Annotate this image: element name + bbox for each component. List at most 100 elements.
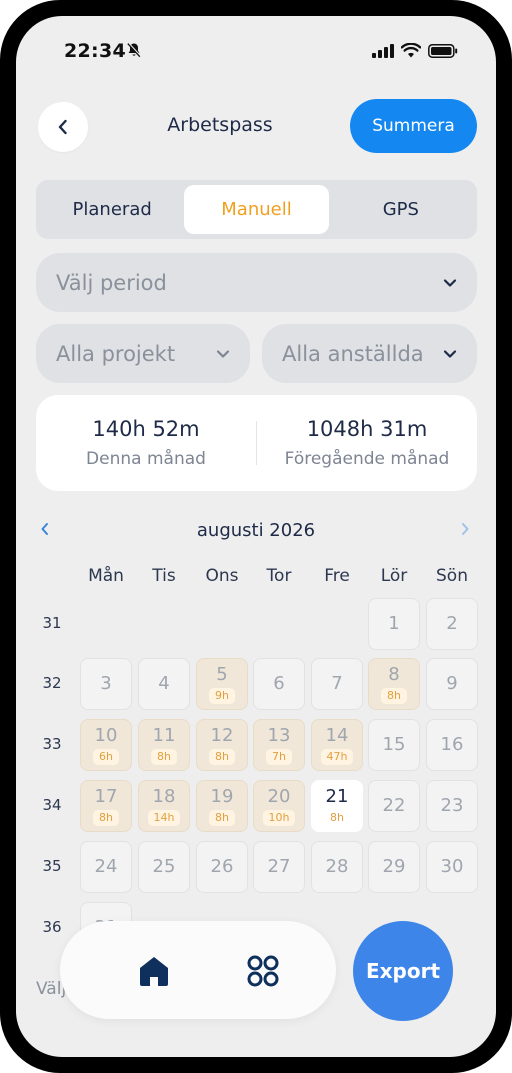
calendar-day[interactable]: 4 xyxy=(138,658,190,710)
calendar-day[interactable]: 6 xyxy=(253,658,305,710)
this-month-value: 140h 52m xyxy=(92,417,200,441)
chevron-down-icon xyxy=(443,349,457,358)
apps-grid-icon[interactable] xyxy=(246,954,280,988)
calendar-day[interactable]: 26 xyxy=(196,841,248,893)
day-hours-badge: 9h xyxy=(209,687,235,704)
day-number: 27 xyxy=(267,856,291,877)
calendar-day[interactable]: 22 xyxy=(368,780,420,832)
chevron-down-icon xyxy=(443,278,457,287)
next-month-button[interactable] xyxy=(460,520,470,541)
calendar-day[interactable]: 9 xyxy=(426,658,478,710)
week-number: 33 xyxy=(42,735,62,753)
weekday-label: Tor xyxy=(266,566,292,586)
calendar-day[interactable]: 7 xyxy=(311,658,363,710)
calendar-day-today[interactable]: 21 8h xyxy=(311,780,363,832)
calendar-day[interactable]: 24 xyxy=(80,841,132,893)
day-number: 18 xyxy=(152,785,176,807)
weekday-label: Fre xyxy=(324,566,350,586)
calendar-day[interactable]: 29 xyxy=(368,841,420,893)
calendar-day[interactable]: 25 xyxy=(138,841,190,893)
day-number: 13 xyxy=(267,724,291,746)
status-time: 22:34 xyxy=(64,40,126,62)
home-icon[interactable] xyxy=(136,954,172,988)
day-number: 1 xyxy=(388,613,400,634)
calendar-day[interactable]: 27 xyxy=(253,841,305,893)
day-hours-badge: 8h xyxy=(209,809,235,826)
tab-manual[interactable]: Manuell xyxy=(184,185,329,234)
calendar-day[interactable]: 3 xyxy=(80,658,132,710)
battery-icon xyxy=(428,43,458,58)
calendar-day[interactable]: 1 xyxy=(368,598,420,650)
calendar-day[interactable]: 19 8h xyxy=(196,780,248,832)
previous-month-button[interactable] xyxy=(40,520,50,541)
period-select[interactable]: Välj period xyxy=(36,253,477,312)
calendar-day[interactable]: 10 6h xyxy=(80,719,132,771)
project-select[interactable]: Alla projekt xyxy=(36,324,250,383)
calendar-day[interactable]: 15 xyxy=(368,719,420,771)
back-button[interactable] xyxy=(38,102,88,152)
calendar-day[interactable]: 18 14h xyxy=(138,780,190,832)
summarize-button[interactable]: Summera xyxy=(350,99,477,153)
chevron-right-icon xyxy=(462,523,469,535)
export-button[interactable]: Export xyxy=(353,921,453,1021)
calendar-day[interactable]: 20 10h xyxy=(253,780,305,832)
day-number: 4 xyxy=(158,673,170,694)
weekday-label: Mån xyxy=(88,566,124,586)
hours-summary-card: 140h 52m Denna månad 1048h 31m Föregåend… xyxy=(36,395,477,491)
calendar-day[interactable]: 11 8h xyxy=(138,719,190,771)
phone-frame: 22:34 Arbetspass Summera Planerad Manuel… xyxy=(0,0,512,1073)
week-number: 31 xyxy=(42,614,62,632)
calendar-day[interactable]: 13 7h xyxy=(253,719,305,771)
day-hours-badge: 8h xyxy=(381,687,407,704)
employee-select[interactable]: Alla anställda xyxy=(262,324,477,383)
previous-month-value: 1048h 31m xyxy=(306,417,428,441)
day-number: 22 xyxy=(382,795,406,816)
week-number: 36 xyxy=(42,918,62,936)
day-number: 9 xyxy=(446,673,458,694)
calendar-day[interactable]: 5 9h xyxy=(196,658,248,710)
tab-planned[interactable]: Planerad xyxy=(40,185,184,234)
tab-gps[interactable]: GPS xyxy=(329,185,473,234)
day-hours-badge: 6h xyxy=(93,748,119,765)
day-hours-badge: 10h xyxy=(262,809,296,826)
day-hours-badge: 7h xyxy=(266,748,292,765)
day-number: 23 xyxy=(440,795,464,816)
day-number: 24 xyxy=(94,856,118,877)
day-number: 7 xyxy=(331,673,343,694)
chevron-down-icon xyxy=(216,349,230,358)
week-number: 35 xyxy=(42,857,62,875)
day-number: 26 xyxy=(210,856,234,877)
day-number: 28 xyxy=(325,856,349,877)
calendar-day[interactable]: 14 47h xyxy=(311,719,363,771)
day-number: 5 xyxy=(216,663,228,685)
day-number: 2 xyxy=(446,613,458,634)
day-hours-badge: 8h xyxy=(330,810,344,824)
day-number: 20 xyxy=(267,785,291,807)
calendar-day[interactable]: 30 xyxy=(426,841,478,893)
chevron-left-icon xyxy=(41,523,48,535)
day-number: 12 xyxy=(210,724,234,746)
calendar-day[interactable]: 16 xyxy=(426,719,478,771)
day-number: 14 xyxy=(325,724,349,746)
day-number: 21 xyxy=(325,785,349,807)
status-icons xyxy=(372,43,458,58)
calendar-day[interactable]: 12 8h xyxy=(196,719,248,771)
wifi-icon xyxy=(401,43,421,58)
day-number: 16 xyxy=(440,734,464,755)
project-select-value: Alla projekt xyxy=(56,341,176,366)
weekday-label: Lör xyxy=(380,566,408,586)
day-number: 11 xyxy=(152,724,176,746)
calendar-day[interactable]: 8 8h xyxy=(368,658,420,710)
bell-muted-icon xyxy=(127,42,142,58)
chevron-left-icon xyxy=(58,119,67,135)
calendar-day[interactable]: 2 xyxy=(426,598,478,650)
calendar-day[interactable]: 23 xyxy=(426,780,478,832)
day-hours-badge: 8h xyxy=(209,748,235,765)
weekday-label: Tis xyxy=(152,566,176,586)
previous-month-label: Föregående månad xyxy=(284,449,450,469)
calendar-day[interactable]: 28 xyxy=(311,841,363,893)
weekday-label: Sön xyxy=(436,566,468,586)
day-number: 15 xyxy=(382,734,406,755)
bottom-nav-bar xyxy=(60,921,336,1019)
calendar-day[interactable]: 17 8h xyxy=(80,780,132,832)
